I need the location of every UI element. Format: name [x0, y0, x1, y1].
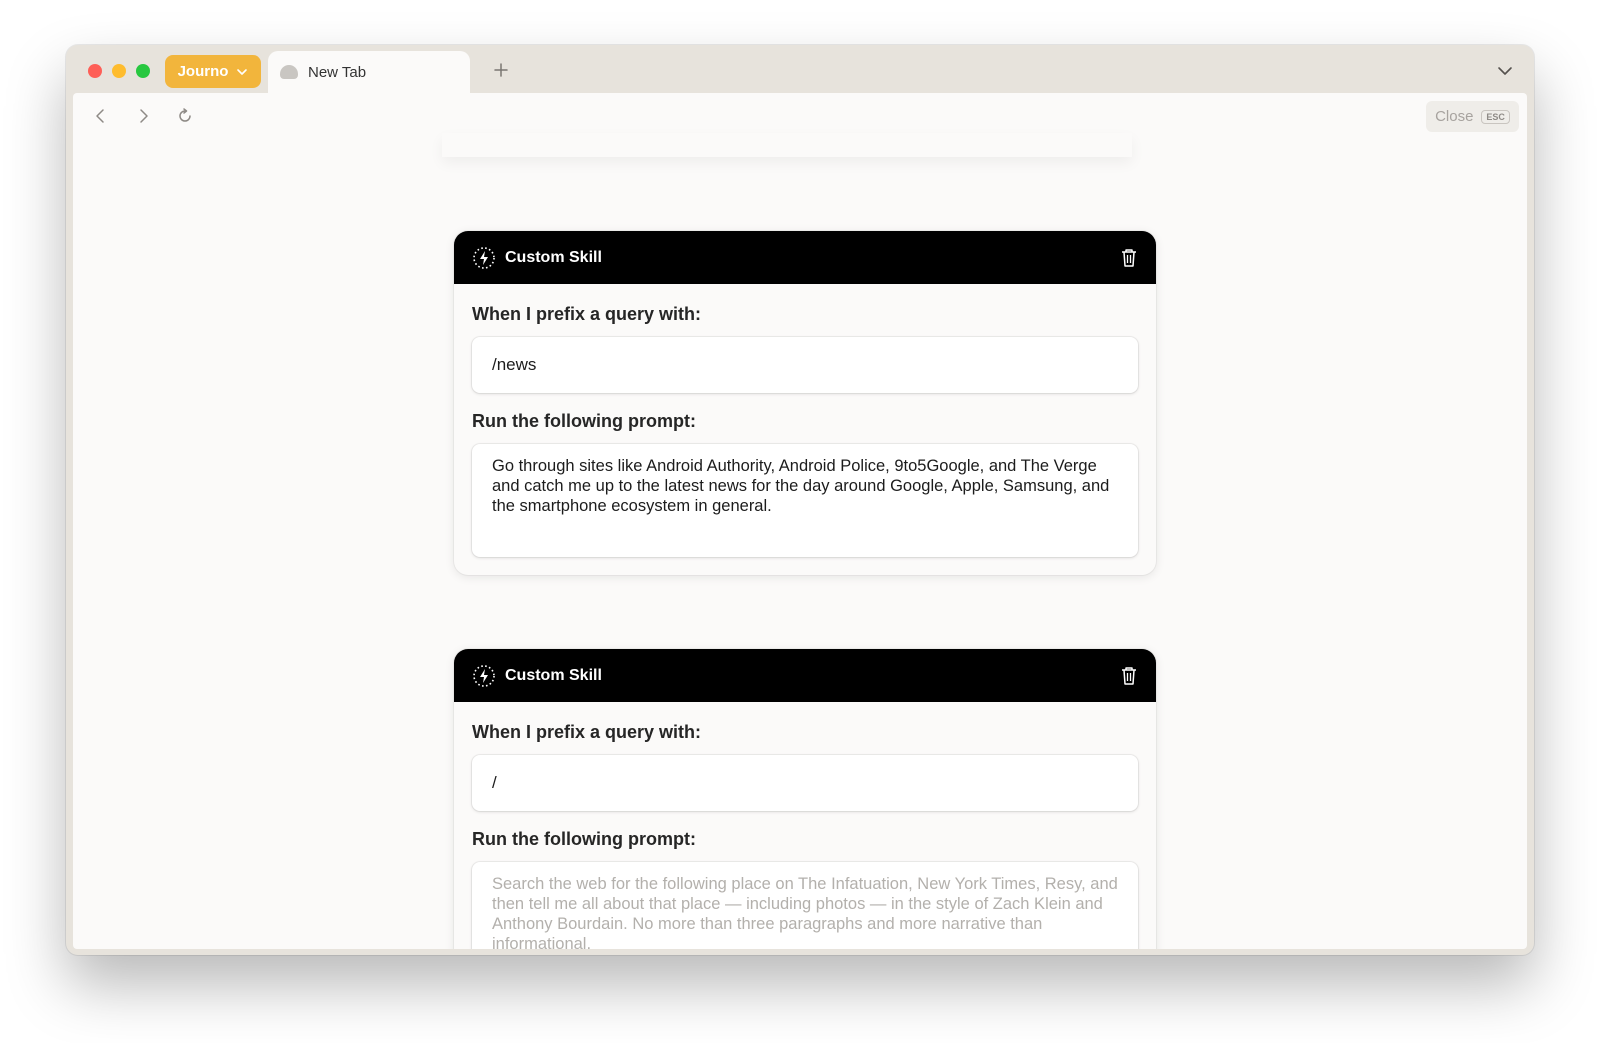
- close-label: Close: [1435, 108, 1474, 125]
- browser-window: Journo New Tab Close ESC Custom Skill Wh…: [66, 45, 1534, 955]
- close-button[interactable]: Close ESC: [1426, 101, 1519, 132]
- trash-icon[interactable]: [1120, 248, 1138, 268]
- previous-card-edge: [442, 133, 1132, 157]
- custom-skill-card: Custom Skill When I prefix a query with:…: [454, 649, 1156, 949]
- custom-skill-card: Custom Skill When I prefix a query with:…: [454, 231, 1156, 575]
- card-title: Custom Skill: [505, 248, 602, 266]
- prompt-label: Run the following prompt:: [472, 829, 696, 849]
- tab-overview-chevron-icon[interactable]: [1496, 62, 1514, 80]
- page-content: Close ESC Custom Skill When I prefix a q…: [73, 93, 1527, 949]
- esc-shortcut-badge: ESC: [1481, 109, 1510, 124]
- zoom-window-button[interactable]: [136, 64, 150, 78]
- forward-button[interactable]: [133, 105, 153, 127]
- prefix-label: When I prefix a query with:: [472, 304, 702, 324]
- reload-icon: [179, 108, 191, 122]
- close-window-button[interactable]: [88, 64, 102, 78]
- prompt-label: Run the following prompt:: [472, 411, 696, 431]
- new-tab-button[interactable]: [489, 58, 513, 83]
- card-header: Custom Skill: [454, 649, 1156, 702]
- minimize-window-button[interactable]: [112, 64, 126, 78]
- back-button[interactable]: [91, 105, 111, 127]
- chevron-left-icon: [96, 109, 104, 123]
- plus-icon: [494, 63, 508, 77]
- card-body: When I prefix a query with: / Run the fo…: [454, 702, 1156, 949]
- card-title: Custom Skill: [505, 666, 602, 684]
- space-label: Journo: [177, 63, 229, 80]
- prefix-input[interactable]: /news: [472, 337, 1138, 393]
- prefix-label: When I prefix a query with:: [472, 722, 702, 742]
- window-controls: [88, 64, 150, 78]
- prompt-textarea-placeholder[interactable]: Search the web for the following place o…: [472, 862, 1138, 949]
- prefix-input[interactable]: /: [472, 755, 1138, 811]
- prompt-textarea[interactable]: Go through sites like Android Authority,…: [472, 444, 1138, 557]
- chevron-down-icon: [237, 68, 248, 75]
- tab-title: New Tab: [308, 63, 367, 81]
- chevron-right-icon: [140, 109, 148, 123]
- card-header: Custom Skill: [454, 231, 1156, 284]
- lightning-bolt-icon: [473, 246, 495, 269]
- trash-icon[interactable]: [1120, 666, 1138, 686]
- tab-new-tab[interactable]: New Tab: [268, 51, 470, 93]
- navigation-controls: [91, 105, 195, 127]
- space-switcher-button[interactable]: Journo: [165, 55, 261, 88]
- reload-button[interactable]: [175, 105, 195, 127]
- card-body: When I prefix a query with: /news Run th…: [454, 284, 1156, 575]
- lightning-bolt-icon: [473, 664, 495, 687]
- tab-favicon-icon: [280, 65, 298, 79]
